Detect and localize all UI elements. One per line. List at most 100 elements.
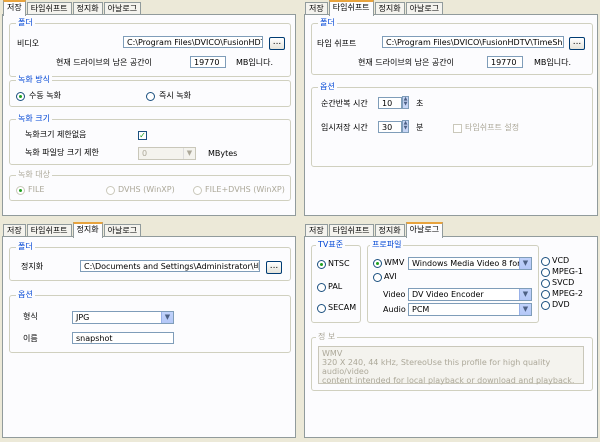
target-file-radio[interactable] (16, 186, 25, 195)
unlimited-label: 녹화크기 제한없음 (25, 130, 87, 139)
storage-page: 폴더 비디오 C:\Program Files\DVICO\FusionHDTV… (2, 14, 296, 216)
analog-page: TV표준 NTSC PAL SECAM 프로파일 WMV Windows Med… (304, 236, 598, 438)
timeshift-path-label: 타임 쉬프트 (317, 39, 357, 48)
size-limit-unit: MBytes (208, 149, 238, 158)
chevron-down-icon: ▼ (519, 289, 531, 300)
timeshift-page: 폴더 타임 쉬프트 C:\Program Files\DVICO\FusionH… (304, 14, 598, 216)
temp-save-label: 임시저장 시간 (321, 123, 368, 132)
tab-analog[interactable]: 아날로그 (405, 222, 444, 238)
tv-standard-title: TV표준 (316, 240, 346, 250)
format-value: JPG (76, 313, 90, 322)
option-group-title: 옵션 (318, 82, 337, 92)
still-path-label: 정지화 (21, 262, 44, 271)
folder-group-title: 폴더 (16, 18, 35, 28)
info-title: 정 보 (316, 332, 338, 342)
timeshift-path-input[interactable]: C:\Program Files\DVICO\FusionHDTV\TimeSh (382, 36, 564, 48)
filename-label: 이름 (23, 334, 38, 343)
profile-info-text: WMV 320 X 240, 44 kHz, StereoUse this pr… (318, 346, 584, 385)
tab-storage[interactable]: 저장 (3, 0, 26, 16)
tab-bar: 저장 타임쉬프트 정지화 아날로그 (3, 0, 142, 16)
tv-standard-group: TV표준 NTSC PAL SECAM (311, 240, 361, 323)
target-both-label: FILE+DVHS (WinXP) (205, 185, 285, 194)
temp-save-spinner[interactable]: ▲ ▼ (402, 120, 409, 133)
storage-panel: 저장 타임쉬프트 정지화 아날로그 폴더 비디오 C:\Program File… (0, 0, 298, 218)
target-dvhs-radio[interactable] (106, 186, 115, 195)
video-path-input[interactable]: C:\Program Files\DVICO\FusionHDTV\down (123, 36, 263, 48)
tab-timeshift[interactable]: 타임쉬프트 (328, 0, 374, 16)
info-group: 정 보 WMV 320 X 240, 44 kHz, StereoUse thi… (311, 332, 593, 391)
ntsc-radio[interactable] (317, 260, 326, 269)
folder-group-title: 폴더 (16, 242, 35, 252)
target-file-label: FILE (28, 185, 45, 194)
info-line-1: WMV (322, 349, 343, 358)
info-line-2: 320 X 240, 44 kHz, StereoUse this profil… (322, 358, 551, 376)
timeshift-browse-button[interactable]: ... (569, 37, 585, 50)
free-space-value: 19770 (487, 56, 523, 68)
vcd-radio[interactable] (541, 257, 550, 266)
free-space-label: 현재 드라이브의 남은 공간이 (56, 58, 152, 67)
video-browse-button[interactable]: ... (269, 37, 285, 50)
still-path-input[interactable]: C:\Documents and Settings\Administrator\… (80, 260, 260, 272)
record-size-title: 녹화 크기 (16, 114, 52, 124)
timeshift-panel: 저장 타임쉬프트 정지화 아날로그 폴더 타임 쉬프트 C:\Program F… (302, 0, 600, 218)
folder-group: 폴더 비디오 C:\Program Files\DVICO\FusionHDTV… (9, 18, 291, 77)
instant-replay-spinner[interactable]: ▲ ▼ (402, 96, 409, 109)
secam-radio[interactable] (317, 304, 326, 313)
wmv-radio[interactable] (373, 259, 382, 268)
audio-codec-value: PCM (412, 305, 430, 314)
pal-label: PAL (328, 282, 343, 291)
filename-input[interactable]: snapshot (72, 332, 174, 344)
free-space-unit: MB입니다. (534, 58, 572, 67)
pal-radio[interactable] (317, 283, 326, 292)
unlimited-checkbox[interactable]: ✓ (138, 131, 147, 140)
manual-record-radio[interactable] (16, 92, 25, 101)
still-browse-button[interactable]: ... (266, 261, 282, 274)
wmv-profile-value: Windows Media Video 8 for Bro (412, 259, 532, 268)
timeshift-setting-checkbox[interactable] (453, 124, 462, 133)
instant-record-label: 즉시 녹화 (159, 91, 191, 100)
dvd-radio[interactable] (541, 301, 550, 310)
audio-codec-select[interactable]: PCM ▼ (408, 303, 532, 316)
temp-save-unit: 분 (416, 123, 424, 132)
chevron-down-icon: ▼ (519, 304, 531, 315)
profile-title: 프로파일 (370, 240, 404, 250)
instant-record-radio[interactable] (146, 92, 155, 101)
ntsc-label: NTSC (328, 259, 350, 268)
tab-still[interactable]: 정지화 (72, 222, 103, 238)
still-panel: 저장 타임쉬프트 정지화 아날로그 폴더 정지화 C:\Documents an… (0, 222, 298, 440)
wmv-label: WMV (384, 258, 405, 267)
free-space-label: 현재 드라이브의 남은 공간이 (358, 58, 454, 67)
avi-radio[interactable] (373, 273, 382, 282)
instant-replay-unit: 초 (416, 99, 424, 108)
target-dvhs-label: DVHS (WinXP) (118, 185, 175, 194)
mpeg1-radio[interactable] (541, 268, 550, 277)
video-codec-select[interactable]: DV Video Encoder ▼ (408, 288, 532, 301)
tab-bar: 저장 타임쉬프트 정지화 아날로그 (3, 222, 142, 238)
target-both-radio[interactable] (193, 186, 202, 195)
folder-group: 폴더 타임 쉬프트 C:\Program Files\DVICO\FusionH… (311, 18, 593, 75)
info-line-3: content intended for local playback or d… (322, 376, 575, 385)
folder-group-title: 폴더 (318, 18, 337, 28)
free-space-unit: MB입니다. (236, 58, 274, 67)
record-target-title: 녹화 대상 (16, 170, 52, 180)
svcd-radio[interactable] (541, 279, 550, 288)
manual-record-label: 수동 녹화 (29, 91, 61, 100)
video-codec-value: DV Video Encoder (412, 290, 484, 299)
profile-group: 프로파일 WMV Windows Media Video 8 for Bro ▼… (367, 240, 539, 323)
format-select[interactable]: JPG ▼ (72, 311, 174, 324)
avi-label: AVI (384, 272, 397, 281)
mpeg2-radio[interactable] (541, 290, 550, 299)
size-limit-select[interactable]: 0 ▼ (138, 147, 196, 160)
video-label: 비디오 (17, 39, 40, 48)
record-mode-group: 녹화 방식 수동 녹화 즉시 녹화 (9, 75, 291, 107)
temp-save-input[interactable]: 30 (378, 121, 402, 133)
size-limit-value: 0 (142, 149, 148, 158)
secam-label: SECAM (328, 303, 357, 312)
audio-codec-label: Audio (383, 305, 406, 314)
chevron-down-icon: ▼ (183, 148, 195, 159)
instant-replay-input[interactable]: 10 (378, 97, 402, 109)
timeshift-option-group: 옵션 순간반복 시간 10 ▲ ▼ 초 임시저장 시간 30 ▲ ▼ 분 타임쉬프트… (311, 82, 593, 167)
spin-down-icon: ▼ (403, 101, 408, 107)
wmv-profile-select[interactable]: Windows Media Video 8 for Bro ▼ (408, 257, 532, 270)
free-space-value: 19770 (190, 56, 226, 68)
